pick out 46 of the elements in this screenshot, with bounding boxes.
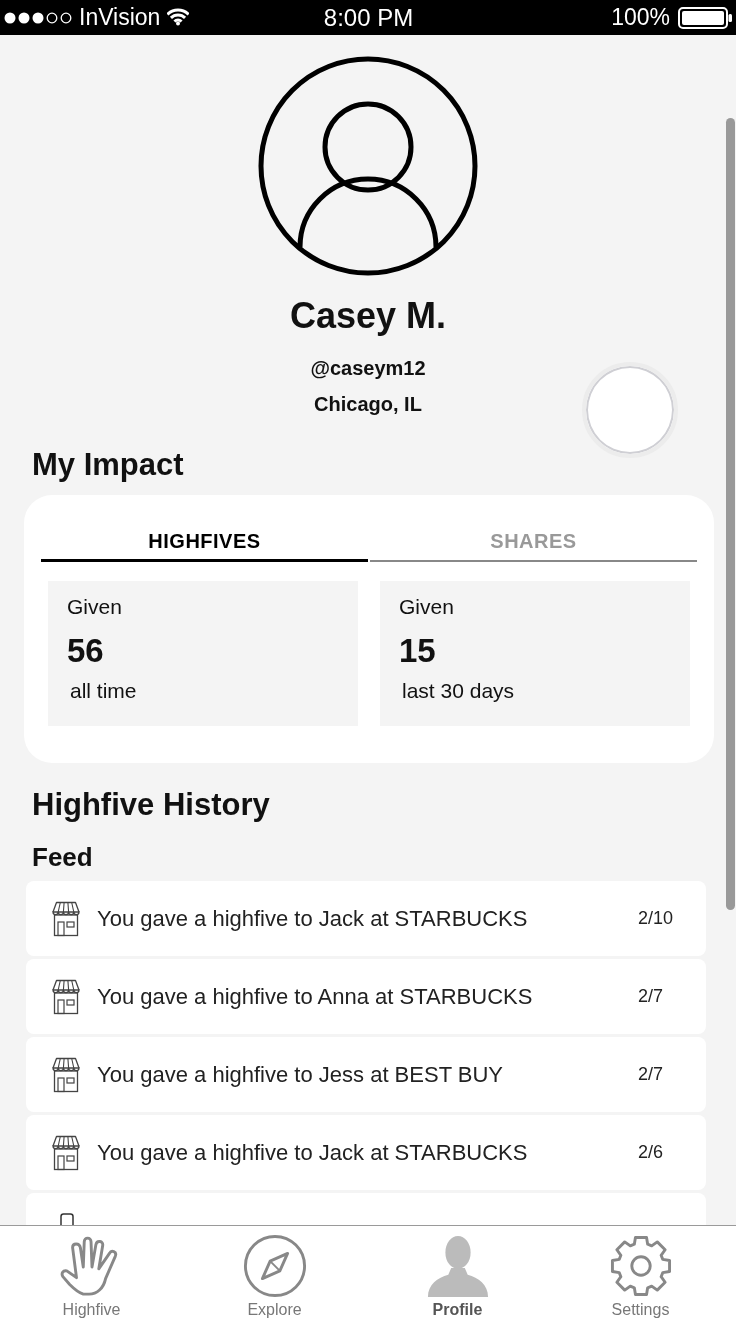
section-title: Highfive History bbox=[32, 786, 270, 824]
feed-heading: Feed bbox=[32, 841, 93, 873]
feed-text: You gave a highfive to Anna at STARBUCKS bbox=[97, 983, 533, 1011]
tab-bar-item[interactable]: Highfive bbox=[0, 1226, 183, 1324]
stat-value: 15 bbox=[399, 632, 437, 670]
profile-name: Casey M. bbox=[289, 294, 447, 338]
store-icon bbox=[49, 1134, 83, 1171]
stat-label: Given bbox=[399, 595, 455, 619]
signal-icon bbox=[4, 11, 72, 24]
battery-icon bbox=[678, 6, 733, 29]
settings-icon[interactable] bbox=[608, 1234, 673, 1298]
feed-item[interactable] bbox=[26, 1193, 706, 1225]
stat-period: last 30 days bbox=[401, 679, 516, 703]
feed-text: You gave a highfive to Jess at BEST BUY bbox=[97, 1061, 504, 1089]
feed-date: 2/6 bbox=[638, 1141, 665, 1164]
profile-handle: @caseym12 bbox=[310, 356, 426, 381]
store-icon bbox=[49, 1056, 83, 1093]
feed-date: 2/7 bbox=[638, 1063, 665, 1086]
tab-bar-item[interactable]: Profile bbox=[366, 1226, 549, 1324]
stat-period: all time bbox=[69, 679, 138, 703]
profile-location: Chicago, IL bbox=[314, 392, 422, 417]
person-icon[interactable] bbox=[425, 1234, 490, 1298]
store-icon bbox=[49, 978, 83, 1015]
feed-item[interactable]: You gave a highfive to Jack at STARBUCKS 2/6 bbox=[26, 1115, 706, 1190]
stat-label: Given bbox=[67, 595, 123, 619]
store-icon bbox=[49, 900, 83, 937]
scrollbar-thumb[interactable] bbox=[726, 118, 735, 910]
feed-item[interactable]: You gave a highfive to Anna at STARBUCKS 2/7 bbox=[26, 959, 706, 1034]
tab-bar-item[interactable]: Explore bbox=[183, 1226, 366, 1324]
section-title: My Impact bbox=[32, 446, 184, 484]
impact-tab[interactable]: HIGHFIVES bbox=[41, 522, 368, 562]
feed-text: You gave a highfive to Jack at STARBUCKS bbox=[97, 1139, 528, 1167]
stat-value: 56 bbox=[67, 632, 105, 670]
feed-date: 2/7 bbox=[638, 985, 665, 1008]
clock-time: 8:00 PM bbox=[323, 2, 414, 33]
compass-icon[interactable] bbox=[242, 1234, 307, 1298]
avatar-icon bbox=[257, 55, 479, 277]
device-icon bbox=[60, 1213, 74, 1225]
feed-item[interactable]: You gave a highfive to Jess at BEST BUY 2/7 bbox=[26, 1037, 706, 1112]
tab-bar-item[interactable]: Settings bbox=[549, 1226, 732, 1324]
feed-item[interactable]: You gave a highfive to Jack at STARBUCKS 2/10 bbox=[26, 881, 706, 956]
wifi-icon bbox=[167, 8, 190, 27]
feed-text: You gave a highfive to Jack at STARBUCKS bbox=[97, 905, 528, 933]
feed-date: 2/10 bbox=[638, 907, 675, 930]
carrier-name: InVision bbox=[79, 3, 161, 33]
battery-percent: 100% bbox=[611, 3, 670, 33]
